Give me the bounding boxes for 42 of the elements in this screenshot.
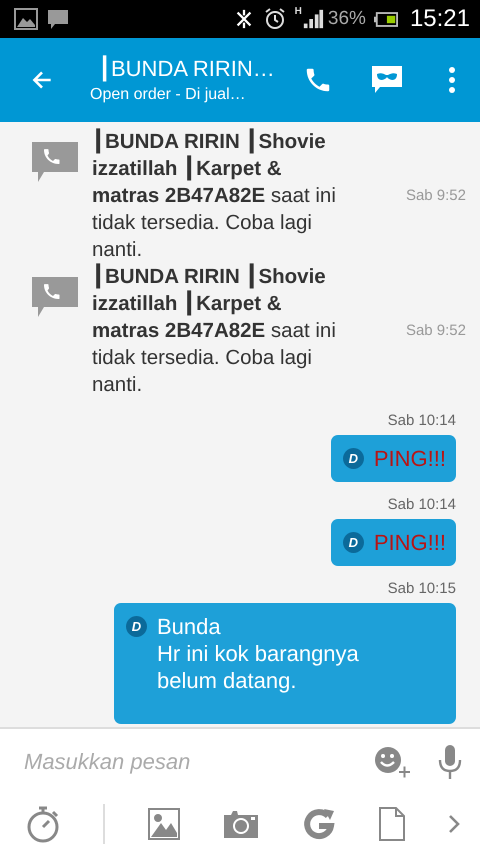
delivered-badge: D [342, 448, 364, 469]
system-message: ┃BUNDA RIRIN ┃Shovie izzatillah ┃Karpet & matras 2B47A82E saat ini tidak tersedia. Coba lagi nanti. [92, 128, 337, 263]
camera-icon [223, 809, 259, 839]
ping-text: PING!!! [374, 445, 446, 472]
delivered-badge: D [342, 532, 364, 553]
message-time: Sab 10:14 [388, 412, 456, 429]
signal-icon [302, 8, 324, 30]
g-refresh-icon [302, 807, 336, 841]
system-message: ┃BUNDA RIRIN ┃Shovie izzatillah ┃Karpet & matras 2B47A82E saat ini tidak tersedia. Coba lagi nanti. [92, 263, 337, 398]
file-button[interactable] [379, 807, 405, 841]
clock-time: 15:21 [410, 5, 470, 33]
message-time: Sab 9:52 [406, 187, 466, 204]
message-text: Bunda Hr ini kok barangnya belum datang. [157, 613, 359, 694]
message-time: Sab 10:14 [388, 496, 456, 513]
image-icon [148, 808, 180, 840]
mask-chat-icon [371, 65, 403, 95]
message-input[interactable]: Masukkan pesan [24, 749, 346, 775]
delivered-badge: D [126, 616, 147, 637]
chat-subtitle: Open order - Di jual… [90, 86, 246, 104]
timer-button[interactable] [26, 805, 60, 843]
refresh-button[interactable] [302, 807, 336, 841]
ping-text: PING!!! [374, 529, 446, 556]
network-type-label: H [294, 6, 302, 17]
alarm-icon [262, 7, 287, 31]
stopwatch-icon [26, 805, 60, 843]
message-time: Sab 9:52 [406, 322, 466, 339]
battery-percent: 36% [328, 8, 366, 30]
gallery-icon [14, 7, 38, 31]
chevron-right-icon [448, 814, 460, 834]
chat-title: ┃BUNDA RIRIN… [98, 56, 275, 82]
message-time: Sab 10:15 [388, 580, 456, 597]
camera-button[interactable] [223, 809, 259, 839]
emoji-button[interactable] [372, 745, 412, 779]
battery-icon [374, 12, 398, 26]
microphone-icon [438, 744, 462, 780]
more-tools-button[interactable] [448, 814, 460, 834]
document-icon [379, 807, 405, 841]
chat-icon [46, 7, 70, 31]
more-vert-icon [448, 66, 456, 94]
gallery-button[interactable] [148, 808, 180, 840]
voice-button[interactable] [438, 744, 462, 780]
emoji-add-icon [372, 745, 412, 779]
